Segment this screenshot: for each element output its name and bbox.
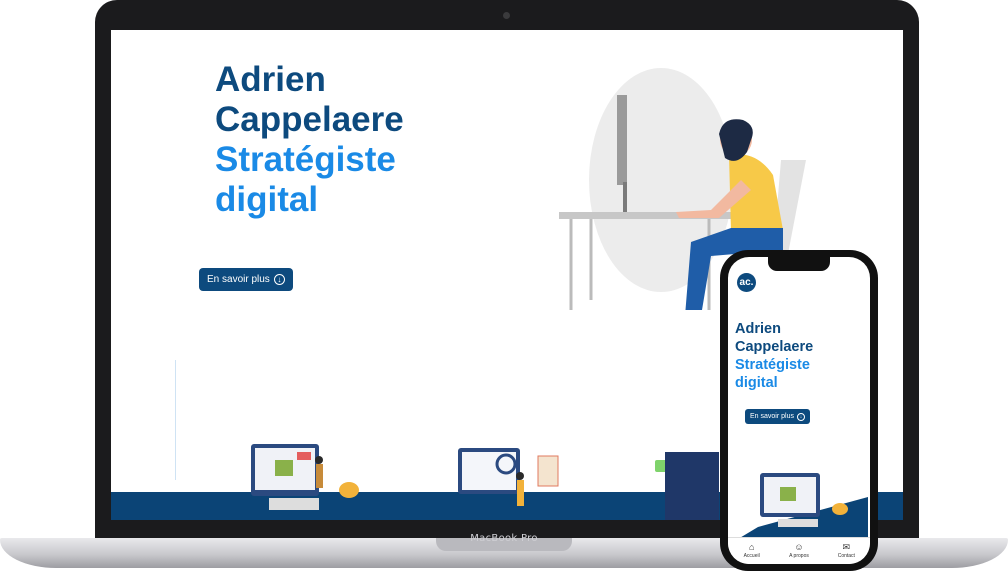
nav-item-a-propos[interactable]: ☺ A propos [775,538,822,564]
nav-label: Contact [837,553,855,559]
mobile-hero-role-line1: Stratégiste [735,357,810,373]
mail-icon: ✉ [842,542,851,552]
hero-role-line1: Stratégiste [215,140,396,179]
phone-notch [768,257,830,271]
monitor-stand [623,182,627,212]
mobile-learn-more-button[interactable]: En savoir plus ↓ [745,409,810,424]
illustration-blob [589,68,733,292]
arrow-down-circle-icon: ↓ [796,412,805,421]
arrow-down-circle-icon: ↓ [273,274,285,285]
coffee-cup [339,482,359,498]
screen-content [462,452,516,490]
monitor [617,95,627,185]
screen-block [297,452,311,460]
keyboard [269,498,319,510]
hero-role-line2: digital [215,180,319,219]
nav-label: A propos [789,553,809,559]
screen-block [275,460,293,476]
home-icon: ⌂ [748,542,755,552]
nav-label: Accueil [743,553,760,559]
camera [503,12,510,19]
hero-title: Adrien Cappelaere Stratégiste digital [215,60,404,220]
service-illustration-design [251,444,359,510]
hero-name-first: Adrien [215,60,326,99]
phone-screen: ac. Adrien Cappelaere Stratégiste digita… [728,257,870,564]
mobile-service-illustration [738,473,868,539]
phone-frame: ac. Adrien Cappelaere Stratégiste digita… [720,250,878,571]
learn-more-label: En savoir plus [207,274,270,285]
keyboard [778,519,818,527]
side-panel [537,455,559,487]
scroll-indicator [175,360,176,480]
coffee-cup [832,503,848,515]
figure-body [517,480,524,506]
service-illustration-mobile [655,452,719,520]
figure-head [516,472,524,480]
site-logo[interactable]: ac. [737,273,756,292]
user-icon: ☺ [794,542,804,552]
mobile-learn-more-label: En savoir plus [750,413,794,420]
figure-head [315,456,323,464]
hero-name-last: Cappelaere [215,100,404,139]
learn-more-button[interactable]: En savoir plus ↓ [199,268,293,291]
mobile-hero-title: Adrien Cappelaere Stratégiste digital [735,320,813,392]
service-illustration-search [458,448,559,506]
screen-panel [665,452,719,520]
screen-block [780,487,796,501]
mobile-bottom-nav: ⌂ Accueil ☺ A propos ✉ Contact [728,537,870,564]
mobile-hero-name-last: Cappelaere [735,339,814,355]
nav-item-contact[interactable]: ✉ Contact [823,538,870,564]
nav-item-accueil[interactable]: ⌂ Accueil [728,538,775,564]
mobile-hero-role-line2: digital [735,375,778,391]
mobile-hero-name-first: Adrien [735,321,781,337]
figure-body [316,464,323,488]
